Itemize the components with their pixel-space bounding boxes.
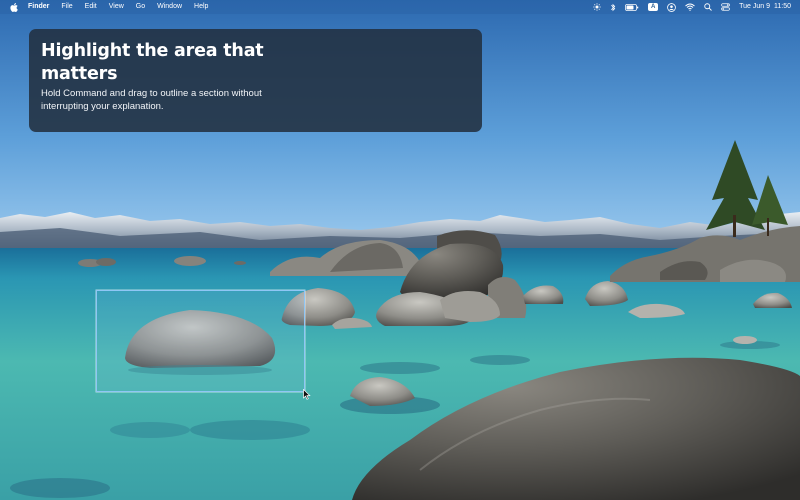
menu-file[interactable]: File [61, 0, 72, 14]
menu-bar-status: A Tue Jun 9 11:50 [584, 0, 800, 14]
menu-edit[interactable]: Edit [85, 0, 97, 14]
tip-title: Highlight the area that matters [41, 41, 264, 84]
menu-app-finder[interactable]: Finder [28, 0, 49, 14]
tip-card: Highlight the area that matters Hold Com… [29, 29, 482, 132]
mouse-pointer-icon [303, 389, 311, 400]
tip-description: Hold Command and drag to outline a secti… [41, 88, 262, 112]
input-source-label: A [648, 3, 659, 11]
control-center-icon[interactable] [721, 0, 730, 14]
menu-go[interactable]: Go [136, 0, 145, 14]
highlight-selection-rectangle[interactable] [96, 290, 305, 392]
menu-bar-clock[interactable]: Tue Jun 9 11:50 [739, 0, 791, 14]
menu-window[interactable]: Window [157, 0, 182, 14]
clock-time: 11:50 [774, 3, 791, 10]
menu-bar: Finder File Edit View Go Window Help A T… [0, 0, 800, 14]
brightness-icon[interactable] [593, 0, 601, 14]
apple-logo-icon[interactable] [10, 2, 19, 12]
input-source-icon[interactable]: A [648, 0, 659, 14]
bluetooth-icon[interactable] [610, 0, 616, 14]
wifi-icon[interactable] [685, 0, 695, 14]
clock-date: Tue Jun 9 [739, 3, 770, 10]
user-icon[interactable] [667, 0, 676, 14]
search-icon[interactable] [704, 0, 712, 14]
battery-icon[interactable] [625, 0, 639, 14]
desktop: Finder File Edit View Go Window Help A T… [0, 0, 800, 500]
menu-help[interactable]: Help [194, 0, 208, 14]
menu-bar-left: Finder File Edit View Go Window Help [0, 0, 220, 14]
menu-view[interactable]: View [109, 0, 124, 14]
